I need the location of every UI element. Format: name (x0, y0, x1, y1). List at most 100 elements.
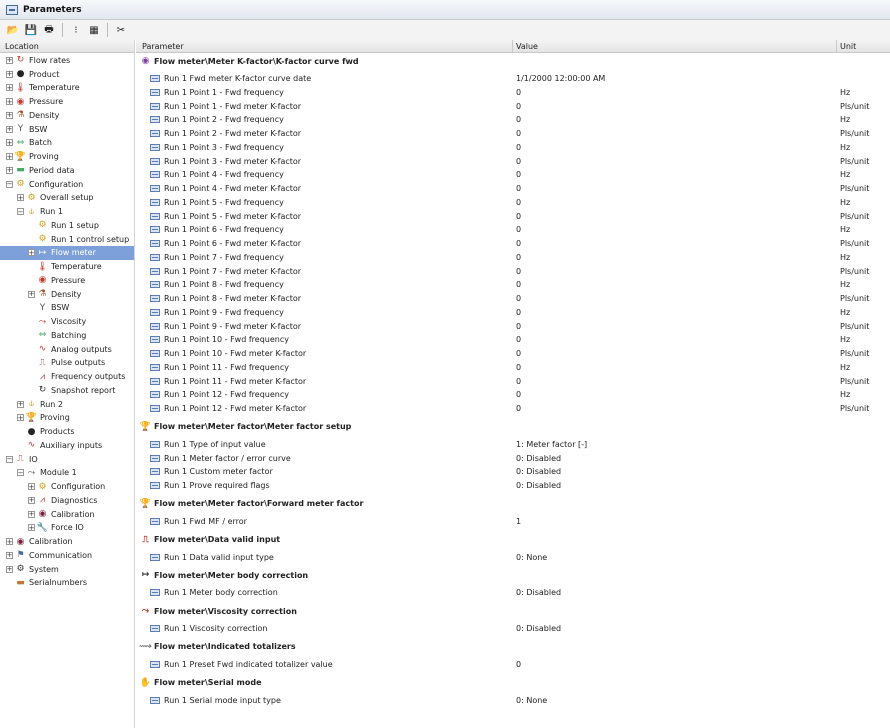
expand-icon[interactable]: + (6, 84, 13, 92)
parameter-grid[interactable]: Parameter Value Unit ◉ Flow meter\Meter K… (136, 40, 890, 728)
parameter-column-header[interactable]: Parameter (142, 40, 184, 53)
expand-icon[interactable]: + (17, 414, 24, 422)
expand-icon[interactable]: + (6, 139, 13, 147)
parameter-value[interactable]: 0: Disabled (516, 586, 561, 600)
expand-icon[interactable]: + (6, 56, 13, 64)
parameter-row[interactable]: Run 1 Fwd meter K-factor curve date 1/1/2… (136, 72, 890, 86)
parameter-value[interactable]: 0 (516, 278, 521, 292)
collapse-icon[interactable]: − (6, 455, 13, 463)
parameter-row[interactable]: Run 1 Point 9 - Fwd meter K-factor 0 Pls/u… (136, 320, 890, 334)
parameter-value[interactable]: 0 (516, 237, 521, 251)
tree-node[interactable]: + 🌡 Temperature (0, 81, 134, 95)
parameter-row[interactable]: Run 1 Point 11 - Fwd frequency 0 Hz (136, 361, 890, 375)
tree-node[interactable]: ∿ Analog outputs (0, 342, 134, 356)
tree-node[interactable]: + ⇔ Batch (0, 136, 134, 150)
tree-view-icon[interactable]: ⁝ (69, 23, 83, 37)
tree-node[interactable]: ● Products (0, 425, 134, 439)
tree-node[interactable]: 🌡 Temperature (0, 260, 134, 274)
parameter-value[interactable]: 0: Disabled (516, 465, 561, 479)
expand-icon[interactable]: + (6, 98, 13, 105)
tree-node[interactable]: + ▬ Period data (0, 164, 134, 178)
tree-node[interactable]: + ⚙ Overall setup (0, 191, 134, 205)
parameter-row[interactable]: Run 1 Type of input value 1: Meter factor… (136, 438, 890, 452)
parameter-row[interactable]: Run 1 Point 11 - Fwd meter K-factor 0 Pls/… (136, 375, 890, 389)
parameter-value[interactable]: 1 (516, 515, 521, 529)
parameter-row[interactable]: Run 1 Point 9 - Fwd frequency 0 Hz (136, 306, 890, 320)
unit-column-header[interactable]: Unit (840, 40, 856, 53)
expand-icon[interactable]: + (28, 483, 35, 490)
tools-icon[interactable]: ✂ (114, 23, 128, 37)
parameter-row[interactable]: Run 1 Point 4 - Fwd frequency 0 Hz (136, 168, 890, 182)
parameter-row[interactable]: Run 1 Point 3 - Fwd frequency 0 Hz (136, 141, 890, 155)
tree-node[interactable]: + 🏆 Proving (0, 411, 134, 425)
parameter-value[interactable]: 0 (516, 251, 521, 265)
expand-icon[interactable]: + (6, 70, 13, 78)
expand-icon[interactable]: + (28, 290, 35, 298)
tree-node[interactable]: − ⫝ Run 1 (0, 205, 134, 219)
parameter-value[interactable]: 0 (516, 320, 521, 334)
parameter-row[interactable]: Run 1 Prove required flags 0: Disabled (136, 479, 890, 493)
parameter-value[interactable]: 0: Disabled (516, 622, 561, 636)
tree-node[interactable]: + ⫝ Run 2 (0, 397, 134, 411)
tree-node[interactable]: − ⚙ Configuration (0, 177, 134, 191)
parameter-row[interactable]: Run 1 Point 6 - Fwd meter K-factor 0 Pls/u… (136, 237, 890, 251)
expand-icon[interactable]: + (6, 111, 13, 119)
parameter-value[interactable]: 0: Disabled (516, 479, 561, 493)
parameter-row[interactable]: Run 1 Custom meter factor 0: Disabled (136, 465, 890, 479)
parameter-row[interactable]: Run 1 Data valid input type 0: None (136, 551, 890, 565)
parameter-value[interactable]: 0 (516, 155, 521, 169)
collapse-icon[interactable]: − (6, 180, 13, 188)
expand-icon[interactable]: + (6, 125, 13, 133)
parameter-value[interactable]: 0 (516, 100, 521, 114)
collapse-icon[interactable]: − (17, 469, 24, 477)
tree-node[interactable]: + ⚑ Communication (0, 549, 134, 563)
expand-icon[interactable]: + (28, 249, 35, 257)
expand-icon[interactable]: + (6, 166, 13, 174)
tree-node[interactable]: ↻ Snapshot report (0, 384, 134, 398)
tree-node[interactable]: + ↻ Flow rates (0, 54, 134, 68)
parameter-row[interactable]: Run 1 Serial mode input type 0: None (136, 694, 890, 708)
parameter-value[interactable]: 0 (516, 265, 521, 279)
open-folder-icon[interactable]: 📂 (6, 23, 20, 37)
parameter-value[interactable]: 0 (516, 402, 521, 416)
parameter-row[interactable]: Run 1 Point 5 - Fwd meter K-factor 0 Pls/u… (136, 210, 890, 224)
location-column-header[interactable]: Location (0, 40, 134, 53)
parameter-value[interactable]: 0 (516, 388, 521, 402)
tree-node[interactable]: + 🏆 Proving (0, 150, 134, 164)
expand-icon[interactable]: + (6, 538, 13, 545)
parameter-value[interactable]: 0: Disabled (516, 452, 561, 466)
tree-node[interactable]: ⚙ Run 1 control setup (0, 232, 134, 246)
expand-icon[interactable]: + (28, 510, 35, 518)
parameter-value[interactable]: 0 (516, 306, 521, 320)
parameter-row[interactable]: Run 1 Point 1 - Fwd meter K-factor 0 Pls/u… (136, 100, 890, 114)
value-column-header[interactable]: Value (516, 40, 538, 53)
parameter-row[interactable]: Run 1 Point 1 - Fwd frequency 0 Hz (136, 86, 890, 100)
location-tree[interactable]: Location + ↻ Flow rates + ● Product + 🌡 Temperat… (0, 40, 135, 728)
parameter-row[interactable]: Run 1 Point 7 - Fwd frequency 0 Hz (136, 251, 890, 265)
tree-node[interactable]: + ● Product (0, 67, 134, 81)
parameter-value[interactable]: 1: Meter factor [-] (516, 438, 587, 452)
parameter-row[interactable]: Run 1 Meter factor / error curve 0: Disab… (136, 452, 890, 466)
tree-node[interactable]: ⇔ Batching (0, 329, 134, 343)
tree-node[interactable]: ∿ Auxiliary inputs (0, 439, 134, 453)
tree-node[interactable]: + 🔧 Force IO (0, 521, 134, 535)
tree-node[interactable]: ⎍ Pulse outputs (0, 356, 134, 370)
parameter-row[interactable]: Run 1 Point 12 - Fwd meter K-factor 0 Pls/… (136, 402, 890, 416)
tree-node[interactable]: + ⚗ Density (0, 109, 134, 123)
tree-node[interactable]: ⚙ Run 1 setup (0, 219, 134, 233)
expand-icon[interactable]: + (28, 496, 35, 504)
expand-icon[interactable]: + (6, 565, 13, 573)
tree-node[interactable]: + ◉ Calibration (0, 507, 134, 521)
parameter-row[interactable]: Run 1 Point 8 - Fwd frequency 0 Hz (136, 278, 890, 292)
parameter-value[interactable]: 0 (516, 347, 521, 361)
tree-node[interactable]: + ⚙ System (0, 562, 134, 576)
parameter-value[interactable]: 0 (516, 292, 521, 306)
parameter-row[interactable]: Run 1 Point 2 - Fwd frequency 0 Hz (136, 113, 890, 127)
grid-view-icon[interactable]: ▦ (87, 23, 101, 37)
parameter-value[interactable]: 0 (516, 86, 521, 100)
tree-node[interactable]: − ⤳ Module 1 (0, 466, 134, 480)
parameter-value[interactable]: 0 (516, 141, 521, 155)
parameter-value[interactable]: 0: None (516, 551, 547, 565)
tree-node[interactable]: + ⚗ Density (0, 287, 134, 301)
parameter-row[interactable]: Run 1 Point 4 - Fwd meter K-factor 0 Pls/u… (136, 182, 890, 196)
